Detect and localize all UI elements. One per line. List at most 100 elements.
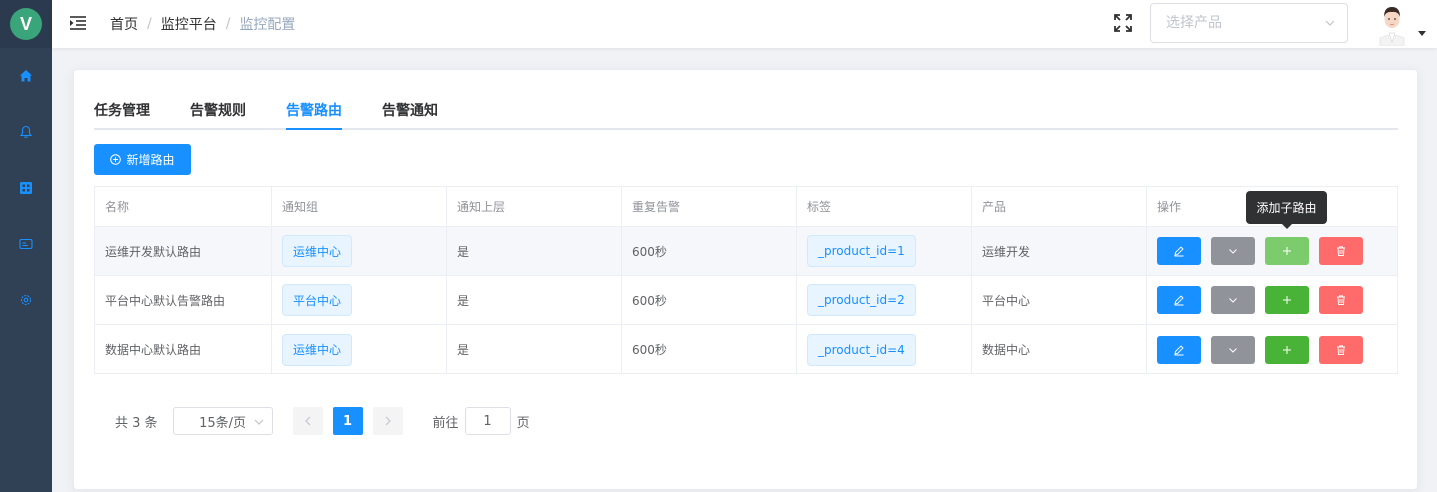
grid-icon[interactable] (16, 178, 36, 198)
trash-icon (1337, 344, 1345, 355)
actions-cell (1147, 276, 1397, 324)
chevron-down-icon (1229, 298, 1237, 303)
edit-button[interactable] (1157, 286, 1201, 314)
label-tag: _product_id=1 (807, 235, 916, 267)
plus-icon (1283, 345, 1291, 354)
breadcrumb: 首页 / 监控平台 / 监控配置 (110, 14, 295, 34)
route-name: 数据中心默认路由 (95, 325, 272, 374)
goto-page-input[interactable] (464, 407, 511, 435)
goto-suffix: 页 (516, 415, 530, 431)
delete-button[interactable] (1319, 335, 1363, 364)
fullscreen-icon[interactable] (1113, 13, 1133, 33)
plus-icon (1283, 247, 1291, 255)
tab-task-management[interactable]: 任务管理 (94, 100, 150, 120)
tab-alert-rules[interactable]: 告警规则 (190, 100, 246, 120)
page-number-current[interactable]: 1 (332, 407, 363, 435)
chevron-right-icon (385, 416, 391, 426)
breadcrumb-home[interactable]: 首页 (110, 14, 138, 34)
group-cell: 运维中心 (272, 227, 447, 275)
expand-button[interactable] (1211, 286, 1255, 314)
caret-down-icon[interactable] (1418, 31, 1426, 36)
plus-circle-icon (110, 154, 122, 165)
next-page-button[interactable] (372, 407, 403, 435)
label-cell: _product_id=1 (797, 227, 972, 275)
add-child-route-button[interactable] (1265, 237, 1309, 265)
card-icon[interactable] (16, 234, 36, 254)
prev-page-button[interactable] (292, 407, 323, 435)
add-child-route-button[interactable] (1265, 335, 1309, 364)
chevron-down-icon (1229, 249, 1237, 254)
table-row[interactable]: 数据中心默认路由 运维中心 是 600秒 _product_id=4 数据中心 (95, 325, 1397, 374)
group-cell: 运维中心 (272, 325, 447, 374)
actions-cell (1147, 325, 1397, 374)
trash-icon (1337, 246, 1345, 256)
app-logo[interactable]: V (0, 0, 52, 48)
column-header-label: 标签 (797, 187, 972, 226)
pagination: 共 3 条 15条/页 1 前往 页 (115, 407, 530, 435)
product-value: 运维开发 (972, 227, 1147, 275)
trash-icon (1337, 295, 1345, 305)
product-value: 数据中心 (972, 325, 1147, 374)
sidebar-toggle-icon[interactable] (69, 14, 87, 32)
column-header-notify-upper: 通知上层 (447, 187, 622, 226)
bell-icon[interactable] (16, 122, 36, 142)
routes-table: 名称 通知组 通知上层 重复告警 标签 产品 操作 运维开发默认路由 运维中心 … (94, 186, 1398, 374)
tab-alert-notifications[interactable]: 告警通知 (382, 100, 438, 120)
chevron-down-icon (254, 419, 263, 425)
notify-upper-value: 是 (447, 276, 622, 324)
tab-bar: 任务管理 告警规则 告警路由 告警通知 (94, 92, 1398, 130)
route-name: 运维开发默认路由 (95, 227, 272, 275)
breadcrumb-monitor-platform[interactable]: 监控平台 (161, 14, 217, 34)
group-cell: 平台中心 (272, 276, 447, 324)
home-icon[interactable] (16, 66, 36, 86)
table-row[interactable]: 运维开发默认路由 运维中心 是 600秒 _product_id=1 运维开发 (95, 227, 1397, 276)
tooltip-arrow (1282, 224, 1292, 229)
product-select[interactable] (1150, 3, 1348, 43)
expand-button[interactable] (1211, 335, 1255, 364)
main-card: 任务管理 告警规则 告警路由 告警通知 新增路由 名称 通知组 通知上层 重复告… (73, 69, 1418, 490)
edit-button[interactable] (1157, 335, 1201, 364)
repeat-value: 600秒 (622, 325, 797, 374)
goto-prefix: 前往 (432, 415, 459, 431)
repeat-value: 600秒 (622, 276, 797, 324)
gear-icon[interactable] (16, 290, 36, 310)
delete-button[interactable] (1319, 237, 1363, 265)
label-tag: _product_id=4 (807, 333, 916, 366)
page-jumper: 前往 页 (433, 407, 530, 435)
product-select-input[interactable] (1151, 4, 1311, 42)
label-cell: _product_id=2 (797, 276, 972, 324)
group-tag: 运维中心 (282, 235, 353, 267)
table-row[interactable]: 平台中心默认告警路由 平台中心 是 600秒 _product_id=2 平台中… (95, 276, 1397, 325)
notify-upper-value: 是 (447, 325, 622, 374)
label-tag: _product_id=2 (807, 284, 916, 316)
route-name: 平台中心默认告警路由 (95, 276, 272, 324)
chevron-left-icon (304, 416, 310, 426)
sidebar: V (0, 0, 52, 492)
edit-icon (1174, 344, 1184, 355)
page-size-value: 15条/页 (199, 415, 247, 431)
breadcrumb-current: 监控配置 (239, 17, 296, 33)
chevron-down-icon (1325, 20, 1335, 26)
repeat-value: 600秒 (622, 227, 797, 275)
breadcrumb-separator: / (147, 16, 152, 32)
logo-badge: V (10, 8, 42, 40)
add-route-button[interactable]: 新增路由 (94, 144, 191, 175)
group-tag: 平台中心 (282, 284, 353, 316)
plus-icon (1283, 296, 1291, 304)
add-child-route-button[interactable] (1265, 286, 1309, 314)
edit-button[interactable] (1157, 237, 1201, 265)
add-route-label: 新增路由 (126, 153, 175, 167)
expand-button[interactable] (1211, 237, 1255, 265)
pagination-total: 共 3 条 (115, 415, 158, 431)
table-header-row: 名称 通知组 通知上层 重复告警 标签 产品 操作 (95, 187, 1397, 227)
column-header-repeat: 重复告警 (622, 187, 797, 226)
top-navbar: 首页 / 监控平台 / 监控配置 (52, 0, 1437, 48)
product-value: 平台中心 (972, 276, 1147, 324)
page-size-select[interactable]: 15条/页 (172, 407, 273, 435)
tab-alert-routes[interactable]: 告警路由 (286, 100, 342, 120)
edit-icon (1174, 246, 1184, 257)
user-avatar[interactable] (1370, 2, 1414, 47)
column-header-product: 产品 (972, 187, 1147, 226)
chevron-down-icon (1229, 347, 1237, 353)
delete-button[interactable] (1319, 286, 1363, 314)
